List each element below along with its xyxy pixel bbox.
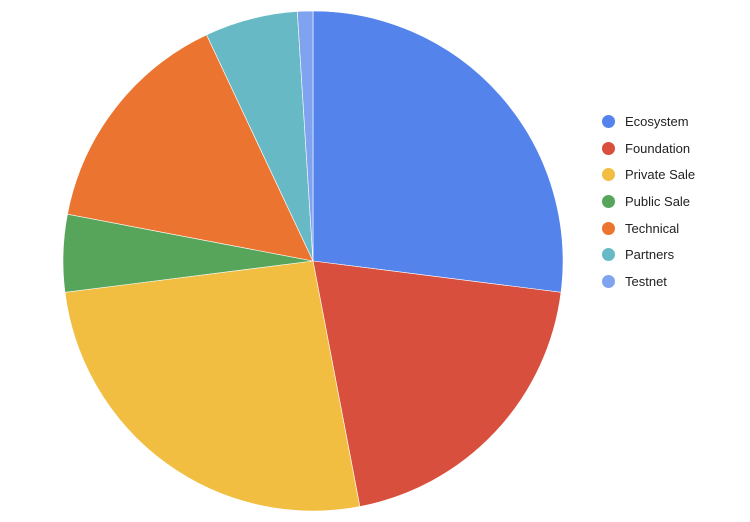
pie-slice-ecosystem[interactable] <box>312 10 564 293</box>
legend-item-technical[interactable]: Technical <box>602 215 695 242</box>
legend-swatch-icon <box>602 168 615 182</box>
legend-label: Testnet <box>625 273 667 289</box>
legend-label: Ecosystem <box>625 113 689 129</box>
legend-swatch-icon <box>602 248 615 262</box>
legend-label: Private Sale <box>625 167 696 183</box>
legend: Ecosystem Foundation Private Sale Public… <box>602 108 695 295</box>
legend-item-partners[interactable]: Partners <box>602 241 695 268</box>
legend-label: Public Sale <box>625 193 691 209</box>
legend-label: Partners <box>625 247 675 263</box>
legend-item-testnet[interactable]: Testnet <box>602 268 695 295</box>
legend-label: Technical <box>625 220 680 236</box>
legend-swatch-icon <box>602 141 615 155</box>
legend-label: Foundation <box>625 140 691 156</box>
legend-item-foundation[interactable]: Foundation <box>602 135 695 162</box>
legend-item-private-sale[interactable]: Private Sale <box>602 161 695 188</box>
pie-slices <box>62 10 564 512</box>
legend-item-ecosystem[interactable]: Ecosystem <box>602 108 695 135</box>
legend-swatch-icon <box>602 194 615 208</box>
legend-swatch-icon <box>602 114 615 128</box>
pie-slice-private-sale[interactable] <box>64 260 361 512</box>
legend-swatch-icon <box>602 274 615 288</box>
legend-item-public-sale[interactable]: Public Sale <box>602 188 695 215</box>
legend-swatch-icon <box>602 221 615 235</box>
